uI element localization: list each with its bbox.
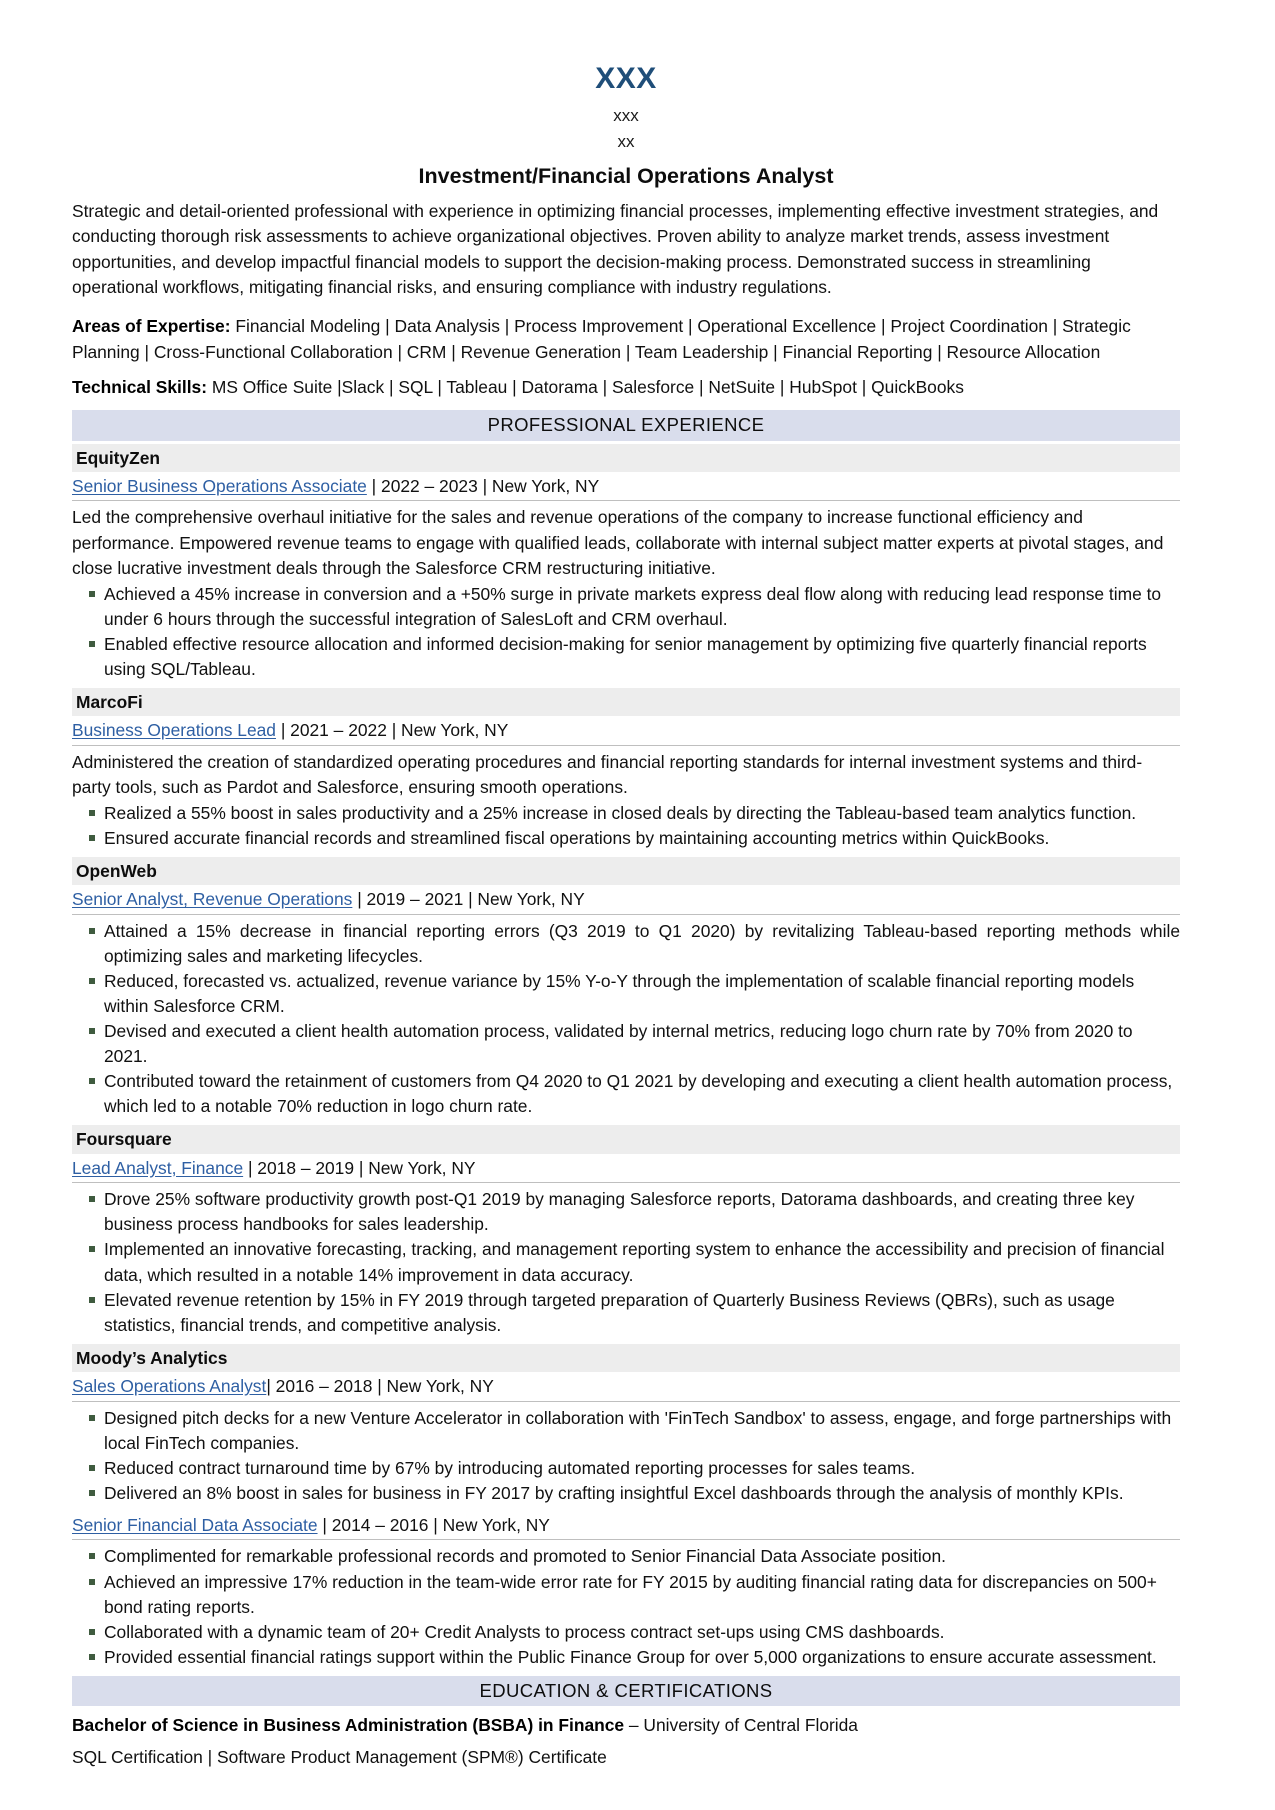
achievement-item: Drove 25% software productivity growth p… — [72, 1187, 1180, 1237]
achievement-item: Complimented for remarkable professional… — [72, 1544, 1180, 1569]
role-line: Senior Analyst, Revenue Operations | 201… — [72, 886, 1180, 915]
company-name: Moody’s Analytics — [72, 1343, 1180, 1372]
role-title: Senior Analyst, Revenue Operations — [72, 889, 353, 910]
achievement-item: Designed pitch decks for a new Venture A… — [72, 1406, 1180, 1456]
role-line: Lead Analyst, Finance | 2018 – 2019 | Ne… — [72, 1155, 1180, 1184]
achievement-item: Elevated revenue retention by 15% in FY … — [72, 1288, 1180, 1338]
company-name: OpenWeb — [72, 857, 1180, 886]
role-meta: | 2016 – 2018 | New York, NY — [266, 1375, 494, 1396]
role-description: Led the comprehensive overhaul initiativ… — [72, 507, 1164, 578]
education-institution: – University of Central Florida — [624, 1714, 858, 1735]
education-degree: Bachelor of Science in Business Administ… — [72, 1714, 625, 1735]
technical-skills-value: MS Office Suite |Slack | SQL | Tableau |… — [207, 377, 964, 398]
achievement-item: Achieved a 45% increase in conversion an… — [72, 582, 1180, 632]
role-line: Senior Financial Data Associate | 2014 –… — [72, 1512, 1180, 1541]
achievement-list: Realized a 55% boost in sales productivi… — [72, 801, 1180, 851]
role-title: Senior Financial Data Associate — [72, 1514, 318, 1535]
certifications-line: SQL Certification | Software Product Man… — [72, 1747, 607, 1768]
achievement-item: Enabled effective resource allocation an… — [72, 632, 1180, 682]
achievement-list: Drove 25% software productivity growth p… — [72, 1187, 1180, 1337]
areas-of-expertise-value: Financial Modeling | Data Analysis | Pro… — [72, 316, 1131, 362]
experience-list: EquityZen Senior Business Operations Asso… — [72, 443, 1180, 1670]
role-description: Administered the creation of standardize… — [72, 751, 1143, 797]
achievement-item: Collaborated with a dynamic team of 20+ … — [72, 1620, 1180, 1645]
achievement-item: Delivered an 8% boost in sales for busin… — [72, 1481, 1180, 1506]
areas-of-expertise: Areas of Expertise: Financial Modeling |… — [72, 314, 1180, 365]
professional-headline: Investment/Financial Operations Analyst — [418, 164, 834, 189]
achievement-item: Reduced contract turnaround time by 67% … — [72, 1456, 1180, 1481]
achievement-item: Implemented an innovative forecasting, t… — [72, 1237, 1180, 1287]
section-header-professional-experience: PROFESSIONAL EXPERIENCE — [72, 410, 1180, 441]
achievement-list: Designed pitch decks for a new Venture A… — [72, 1406, 1180, 1506]
role-line: Business Operations Lead | 2021 – 2022 |… — [72, 717, 1180, 746]
contact-line-2: xx — [617, 131, 635, 151]
achievement-item: Contributed toward the retainment of cus… — [72, 1069, 1180, 1119]
areas-of-expertise-label: Areas of Expertise: — [72, 316, 231, 337]
role-meta: | 2014 – 2016 | New York, NY — [317, 1514, 550, 1535]
achievement-item: Achieved an impressive 17% reduction in … — [72, 1570, 1180, 1620]
role-line: Senior Business Operations Associate | 2… — [72, 473, 1180, 502]
achievement-item: Reduced, forecasted vs. actualized, reve… — [72, 969, 1180, 1019]
achievement-item: Realized a 55% boost in sales productivi… — [72, 801, 1180, 826]
role-meta: | 2019 – 2021 | New York, NY — [352, 889, 585, 910]
role-title: Senior Business Operations Associate — [72, 475, 367, 496]
technical-skills: Technical Skills: MS Office Suite |Slack… — [72, 375, 1180, 400]
company-name: MarcoFi — [72, 687, 1180, 717]
resume-page: XXX xxx xx Investment/Financial Operatio… — [0, 0, 1275, 1810]
achievement-list: Complimented for remarkable professional… — [72, 1544, 1180, 1669]
role-title: Lead Analyst, Finance — [72, 1157, 244, 1178]
achievement-list: Attained a 15% decrease in financial rep… — [72, 919, 1180, 1120]
role-meta: | 2021 – 2022 | New York, NY — [275, 720, 509, 741]
technical-skills-label: Technical Skills: — [72, 377, 207, 398]
role-title: Sales Operations Analyst — [72, 1375, 267, 1396]
company-name: Foursquare — [72, 1125, 1180, 1154]
contact-line-1: xxx — [613, 105, 639, 125]
role-line: Sales Operations Analyst| 2016 – 2018 | … — [72, 1373, 1180, 1402]
section-header-education-certifications: EDUCATION & CERTIFICATIONS — [72, 1675, 1180, 1706]
achievement-item: Provided essential financial ratings sup… — [72, 1645, 1180, 1670]
role-meta: | 2022 – 2023 | New York, NY — [366, 475, 600, 496]
company-name: EquityZen — [72, 443, 1180, 472]
education-entry: Bachelor of Science in Business Administ… — [72, 1712, 1180, 1738]
professional-summary: Strategic and detail-oriented profession… — [72, 200, 1159, 297]
achievement-item: Devised and executed a client health aut… — [72, 1019, 1180, 1069]
achievement-item: Attained a 15% decrease in financial rep… — [72, 919, 1180, 969]
role-meta: | 2018 – 2019 | New York, NY — [243, 1157, 476, 1178]
role-title: Business Operations Lead — [72, 720, 276, 741]
achievement-list: Achieved a 45% increase in conversion an… — [72, 582, 1180, 682]
candidate-name: XXX — [595, 62, 657, 95]
achievement-item: Ensured accurate financial records and s… — [72, 826, 1180, 851]
